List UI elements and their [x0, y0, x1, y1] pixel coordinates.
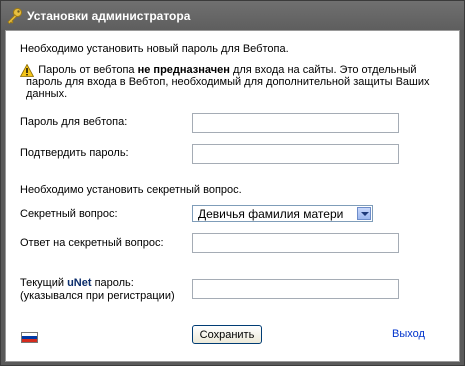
webtop-password-input[interactable] [192, 113, 399, 133]
confirm-password-input[interactable] [192, 144, 399, 164]
unet-password-input[interactable] [192, 279, 399, 299]
content-panel: Необходимо установить новый пароль для В… [5, 30, 460, 362]
title-bar: Установки администратора [1, 1, 464, 30]
save-button[interactable]: Сохранить [192, 325, 262, 344]
unet-password-label: Текущий uNet пароль: (указывался при рег… [20, 277, 175, 303]
key-icon [5, 7, 23, 25]
admin-settings-window: Установки администратора Необходимо уста… [0, 0, 465, 366]
confirm-password-label: Подтвердить пароль: [20, 147, 129, 159]
secret-question-select[interactable]: Девичья фамилия матери [192, 205, 373, 222]
warning-text-bold: не предназначен [137, 64, 230, 76]
unet-label-start: Текущий [20, 277, 68, 289]
unet-label-end: пароль: [91, 277, 134, 289]
webtop-password-label: Пароль для вебтопа: [20, 116, 128, 128]
warning-message: Пароль от вебтопа не предназначен для вх… [26, 64, 451, 100]
unet-label-hint: (указывался при регистрации) [20, 290, 175, 302]
chevron-down-icon[interactable] [357, 207, 371, 220]
warning-text-start: Пароль от вебтопа [38, 64, 138, 76]
password-notice: Необходимо установить новый пароль для В… [20, 43, 289, 55]
secret-question-notice: Необходимо установить секретный вопрос. [20, 184, 242, 196]
unet-label-brand: uNet [67, 277, 92, 289]
exit-link[interactable]: Выход [392, 328, 425, 340]
window-title: Установки администратора [27, 9, 191, 23]
russia-flag-icon[interactable] [21, 332, 38, 343]
secret-question-value: Девичья фамилия матери [198, 207, 344, 221]
secret-question-label: Секретный вопрос: [20, 208, 118, 220]
secret-answer-input[interactable] [192, 233, 399, 253]
secret-answer-label: Ответ на секретный вопрос: [20, 237, 164, 249]
